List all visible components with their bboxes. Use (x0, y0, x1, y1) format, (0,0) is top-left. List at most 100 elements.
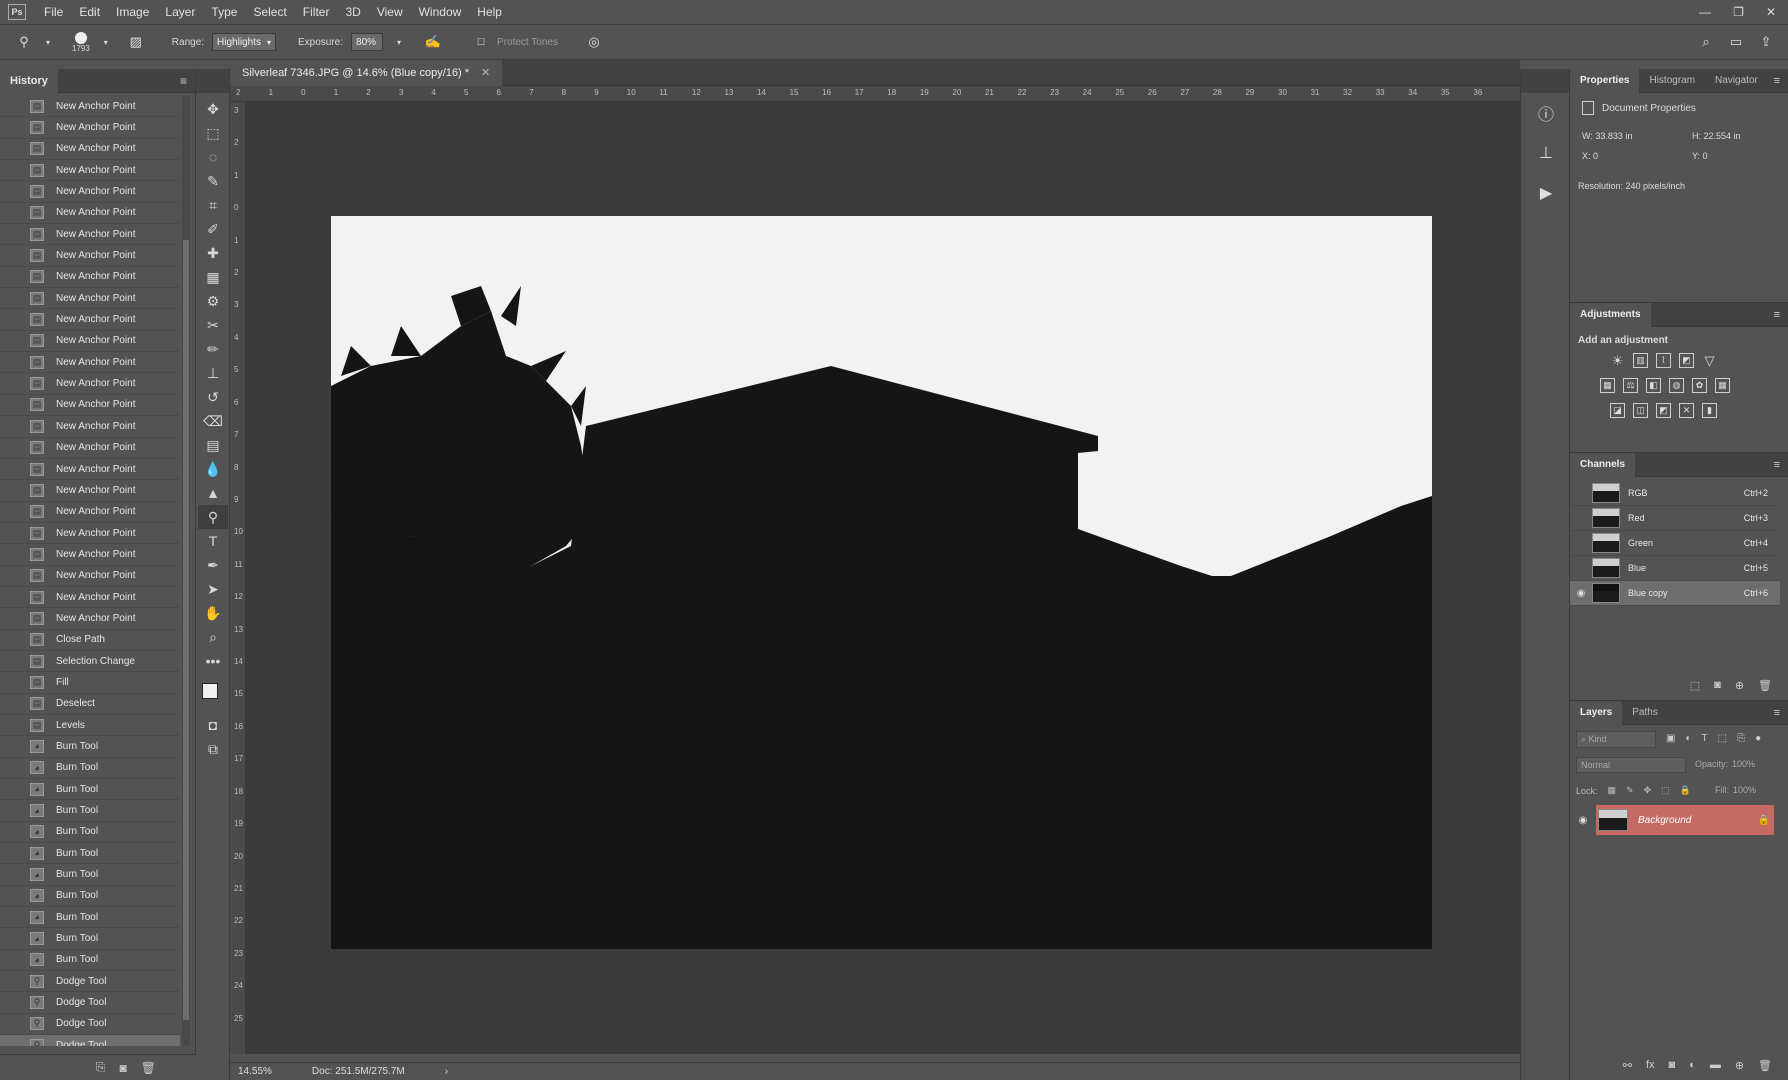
color-lookup-icon[interactable]: ▦ (1715, 378, 1730, 393)
menu-3d[interactable]: 3D (337, 5, 368, 19)
history-item[interactable]: ▤ New Anchor Point (0, 288, 180, 310)
opacity-value[interactable]: 100% (1732, 759, 1755, 769)
hue-saturation-icon[interactable]: ▦ (1600, 378, 1615, 393)
menu-image[interactable]: Image (108, 5, 157, 19)
more-tools-icon[interactable]: ••• (198, 649, 228, 673)
history-source-toggle[interactable] (6, 122, 16, 134)
panel-menu-icon[interactable]: ≡ (180, 74, 187, 88)
history-source-toggle[interactable] (6, 484, 16, 496)
black-white-icon[interactable]: ◧ (1646, 378, 1661, 393)
history-source-toggle[interactable] (6, 634, 16, 646)
link-layers-icon[interactable]: ⚯ (1623, 1059, 1632, 1072)
zoom-tool-icon[interactable]: ⌕ (198, 625, 228, 649)
history-source-toggle[interactable] (6, 207, 16, 219)
history-source-toggle[interactable] (6, 164, 16, 176)
lock-artboard-icon[interactable]: ⬚ (1661, 785, 1670, 796)
history-item[interactable]: ⚲ Dodge Tool (0, 971, 180, 993)
history-source-toggle[interactable] (6, 378, 16, 390)
pen-tool-icon[interactable]: ✒ (198, 553, 228, 577)
history-source-toggle[interactable] (6, 676, 16, 688)
width-value[interactable]: 33.833 in (1595, 131, 1632, 141)
foreground-color-swatch[interactable] (202, 683, 218, 699)
trash-icon[interactable]: 🗑 (1758, 679, 1772, 692)
gradient-map-icon[interactable]: ▮ (1702, 403, 1717, 418)
history-source-toggle[interactable] (6, 335, 16, 347)
history-source-toggle[interactable] (6, 314, 16, 326)
menu-select[interactable]: Select (245, 5, 294, 19)
brightness-contrast-icon[interactable]: ☀ (1610, 353, 1625, 368)
chevron-down-icon[interactable]: ▾ (40, 34, 56, 50)
color-balance-icon[interactable]: ⚖ (1623, 378, 1638, 393)
lock-transparent-icon[interactable]: ▦ (1608, 785, 1617, 796)
history-source-toggle[interactable] (6, 869, 16, 881)
history-item[interactable]: ⚲ Dodge Tool (0, 1014, 180, 1036)
pressure-size-icon[interactable]: ◎ (586, 34, 602, 50)
history-item[interactable]: ◕ Burn Tool (0, 800, 180, 822)
search-icon[interactable]: ⌕ (1698, 34, 1714, 50)
history-item[interactable]: ◕ Burn Tool (0, 950, 180, 972)
history-source-toggle[interactable] (6, 250, 16, 262)
image-filter-icon[interactable]: ▣ (1666, 733, 1675, 744)
history-item[interactable]: ◕ Burn Tool (0, 779, 180, 801)
tab-paths[interactable]: Paths (1622, 701, 1668, 725)
blur-tool-icon[interactable]: 💧 (198, 457, 228, 481)
quick-select-tool-icon[interactable]: ✎ (198, 169, 228, 193)
photo-filter-icon[interactable]: ◍ (1669, 378, 1684, 393)
history-item[interactable]: ◕ Burn Tool (0, 843, 180, 865)
eye-icon[interactable]: ◉ (1570, 815, 1596, 826)
marquee-tool-icon[interactable]: ⬚ (198, 121, 228, 145)
minimize-icon[interactable]: — (1699, 5, 1711, 19)
history-source-toggle[interactable] (6, 228, 16, 240)
history-source-toggle[interactable] (6, 740, 16, 752)
history-item[interactable]: ▤ New Anchor Point (0, 438, 180, 459)
restore-icon[interactable]: ❐ (1733, 5, 1744, 19)
history-item[interactable]: ▤ New Anchor Point (0, 544, 180, 566)
menu-edit[interactable]: Edit (71, 5, 108, 19)
history-item[interactable]: ◕ Burn Tool (0, 736, 180, 758)
history-item[interactable]: ⚲ Dodge Tool (0, 1035, 180, 1046)
history-source-toggle[interactable] (6, 292, 16, 304)
history-source-toggle[interactable] (6, 463, 16, 475)
history-item[interactable]: ▤ New Anchor Point (0, 566, 180, 587)
history-source-toggle[interactable] (6, 356, 16, 368)
history-item[interactable]: ▤ New Anchor Point (0, 203, 180, 225)
selective-color-icon[interactable]: ✕ (1679, 403, 1694, 418)
menu-window[interactable]: Window (411, 5, 470, 19)
history-item[interactable]: ▤ Close Path (0, 630, 180, 651)
panel-menu-icon[interactable]: ≡ (1774, 459, 1780, 471)
history-item[interactable]: ▤ New Anchor Point (0, 331, 180, 353)
info-icon[interactable]: ⓘ (1521, 93, 1571, 133)
type-filter-icon[interactable]: T (1702, 733, 1708, 744)
history-item[interactable]: ▤ New Anchor Point (0, 267, 180, 289)
invert-icon[interactable]: ◪ (1610, 403, 1625, 418)
history-item[interactable]: ▤ New Anchor Point (0, 117, 180, 139)
blend-mode-select[interactable]: Normal (1576, 757, 1686, 773)
history-source-toggle[interactable] (6, 570, 16, 582)
channel-row-rgb[interactable]: RGB Ctrl+2 (1570, 481, 1780, 506)
history-source-toggle[interactable] (6, 506, 16, 518)
trash-icon[interactable]: 🗑 (141, 1061, 156, 1075)
history-item[interactable]: ◕ Burn Tool (0, 907, 180, 929)
history-source-toggle[interactable] (6, 698, 16, 710)
tab-layers[interactable]: Layers (1570, 700, 1623, 725)
posterize-icon[interactable]: ◫ (1633, 403, 1648, 418)
tab-adjustments[interactable]: Adjustments (1570, 302, 1651, 327)
scissors-icon[interactable]: ✂ (198, 313, 228, 337)
history-item[interactable]: ▤ New Anchor Point (0, 608, 180, 630)
history-item[interactable]: ▤ New Anchor Point (0, 502, 180, 523)
channel-mixer-icon[interactable]: ✿ (1692, 378, 1707, 393)
history-source-toggle[interactable] (6, 548, 16, 560)
history-source-toggle[interactable] (6, 591, 16, 603)
quick-mask-icon[interactable]: ◘ (198, 713, 228, 737)
levels-icon[interactable]: ▥ (1633, 353, 1648, 368)
channel-row-blue-copy[interactable]: ◉ Blue copy Ctrl+6 (1570, 581, 1780, 606)
panel-menu-icon[interactable]: ≡ (1774, 309, 1780, 321)
history-item[interactable]: ▤ New Anchor Point (0, 139, 180, 161)
threshold-icon[interactable]: ◩ (1656, 403, 1671, 418)
history-source-toggle[interactable] (6, 783, 16, 795)
tab-properties[interactable]: Properties (1570, 68, 1640, 93)
tab-histogram[interactable]: Histogram (1639, 69, 1705, 93)
new-channel-icon[interactable]: ⊕ (1735, 679, 1744, 692)
history-source-toggle[interactable] (6, 954, 16, 966)
history-item[interactable]: ▤ New Anchor Point (0, 224, 180, 246)
